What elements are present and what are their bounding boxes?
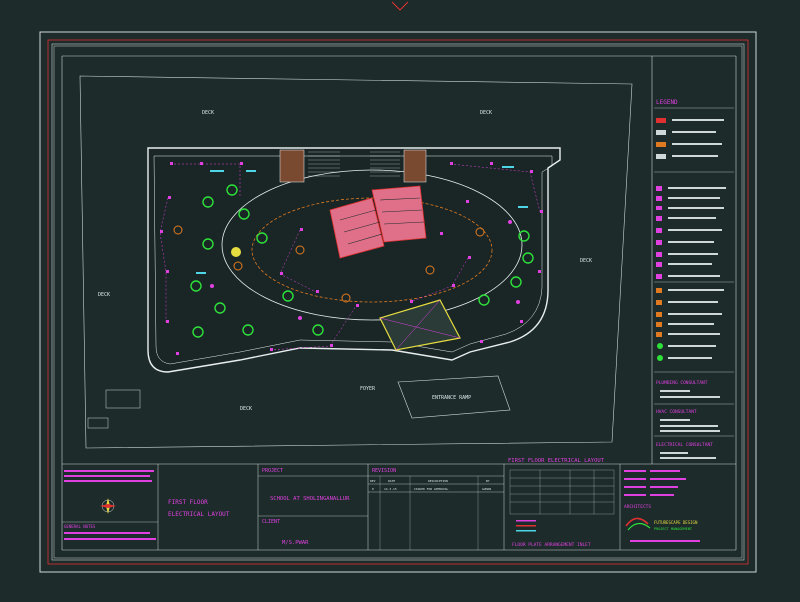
key-callout-box <box>105 389 141 409</box>
general-notes-block <box>64 470 154 482</box>
drawing-info-lines <box>624 470 686 496</box>
rev-col-date: DATE <box>388 479 395 483</box>
legend-title: LEGEND <box>656 99 678 106</box>
building-outline[interactable] <box>147 147 561 373</box>
key-callout-box-2 <box>87 417 109 429</box>
key-plan-notes <box>64 532 156 540</box>
key-plan-title: GENERAL NOTES <box>64 524 96 529</box>
client-name: M/S.PWAR <box>282 540 309 546</box>
svg-text:FOYER: FOYER <box>360 386 376 392</box>
project-name: SCHOOL AT SHOLINGANALLUR <box>270 496 350 502</box>
company-sub: PROJECT MANAGEMENT <box>654 527 693 531</box>
rev-row-rev: 0 <box>372 487 374 491</box>
load-schedule-table <box>509 469 615 515</box>
consultant-details <box>660 390 720 459</box>
entrance-ramp-label: ENTRANCE RAMP <box>432 395 471 401</box>
layout-heading: FIRST FLOOR ELECTRICAL LAYOUT <box>508 458 605 464</box>
rev-row-date: 14.3.15 <box>384 487 397 491</box>
architects-label: ARCHITECTS <box>624 504 651 510</box>
sheet-title-line1: FIRST FLOOR <box>168 499 208 506</box>
staircase-left[interactable] <box>279 149 305 183</box>
legend-text-lines <box>668 119 726 359</box>
cad-drawing-viewport[interactable]: ENTRANCE RAMP DECK DECK DECK DECK DECK F… <box>0 0 800 602</box>
hvac-consultant-label: HVAC CONSULTANT <box>656 409 697 415</box>
view-marker-icon <box>391 1 409 11</box>
legend-swatches <box>656 118 666 361</box>
rev-row-by: GUHAN <box>482 487 491 491</box>
staircase-right[interactable] <box>403 149 427 183</box>
rev-col-by: BY <box>486 479 490 483</box>
company-name: FUTURESCAPE DESIGN <box>654 520 698 525</box>
rev-col-rev: REV <box>370 479 376 483</box>
rev-col-desc: DESCRIPTION <box>428 479 448 483</box>
sheet-title-line2: ELECTRICAL LAYOUT <box>168 511 230 518</box>
schedule-legend <box>516 520 536 532</box>
svg-text:DECK: DECK <box>580 258 592 264</box>
electrical-consultant-label: ELECTRICAL CONSULTANT <box>656 442 713 448</box>
rev-row-desc: ISSUED FOR APPROVAL <box>414 487 449 491</box>
svg-text:DECK: DECK <box>98 292 110 298</box>
floor-plate-caption: FLOOR PLATE ARRANGEMENT INLET <box>512 542 591 548</box>
plumbing-consultant-label: PLUMBING CONSULTANT <box>656 380 708 386</box>
project-header: PROJECT <box>262 468 283 474</box>
svg-text:DECK: DECK <box>240 406 252 412</box>
revision-header: REVISION <box>372 468 396 474</box>
svg-text:DECK: DECK <box>480 110 492 116</box>
company-logo-icon <box>625 517 651 531</box>
client-header: CLIENT <box>262 519 280 525</box>
svg-text:DECK: DECK <box>202 110 214 116</box>
north-arrow-icon <box>100 498 116 514</box>
company-bar <box>630 540 700 542</box>
yellow-fixture-icon <box>231 247 241 257</box>
